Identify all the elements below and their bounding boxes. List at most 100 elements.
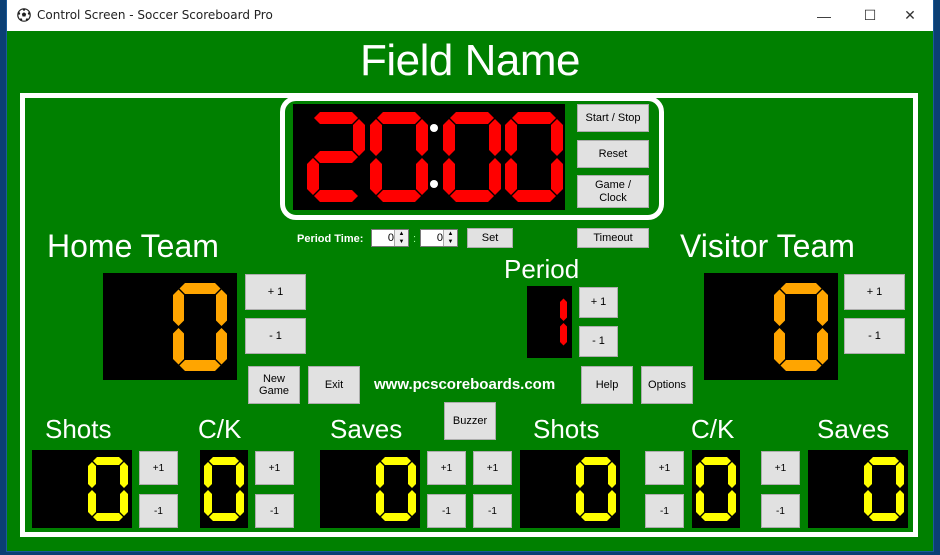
visitor-shots-digit — [576, 457, 616, 521]
segment-d — [450, 190, 494, 202]
set-period-time-button[interactable]: Set — [467, 228, 513, 248]
home-score-plus-button[interactable]: + 1 — [245, 274, 306, 310]
clock-digit — [307, 112, 365, 202]
game-clock-button[interactable]: Game / Clock — [577, 175, 649, 208]
options-button[interactable]: Options — [641, 366, 693, 404]
segment-a — [512, 112, 556, 124]
home-ck-plus-button[interactable]: +1 — [255, 451, 294, 485]
clock-colon — [430, 124, 438, 132]
home-shots-minus-button[interactable]: -1 — [139, 494, 178, 528]
segment-b — [896, 462, 904, 488]
home-saves-display — [320, 450, 420, 528]
visitor-ck-display — [692, 450, 740, 528]
app-window: Control Screen - Soccer Scoreboard Pro —… — [7, 0, 933, 551]
close-button[interactable]: ✕ — [887, 0, 933, 31]
clock-colon — [430, 180, 438, 188]
home-shots-digit — [88, 457, 128, 521]
period-minutes-input[interactable]: 0 ▲ ▼ — [371, 229, 409, 247]
home-ck-label: C/K — [198, 414, 242, 444]
segment-a — [381, 457, 411, 465]
visitor-team-name: Visitor Team — [680, 228, 855, 264]
segment-d — [512, 190, 556, 202]
home-ck-minus-button[interactable]: -1 — [255, 494, 294, 528]
visitor-score-plus-button[interactable]: + 1 — [844, 274, 905, 310]
game-clock-display — [293, 104, 565, 210]
segment-c — [896, 490, 904, 516]
exit-button[interactable]: Exit — [308, 366, 360, 404]
close-icon: ✕ — [904, 7, 916, 23]
help-button[interactable]: Help — [581, 366, 633, 404]
clock-digit — [505, 112, 563, 202]
new-game-button[interactable]: New Game — [248, 366, 300, 404]
period-time-label: Period Time: — [297, 233, 364, 245]
segment-e — [576, 490, 584, 516]
segment-d — [869, 513, 899, 521]
segment-a — [179, 283, 221, 294]
home-score-minus-button[interactable]: - 1 — [245, 318, 306, 354]
period-seconds-input[interactable]: 0 ▲ ▼ — [420, 229, 458, 247]
period-digit — [560, 298, 567, 346]
segment-c — [236, 490, 244, 516]
reset-button[interactable]: Reset — [577, 140, 649, 168]
home-ck-display — [200, 450, 248, 528]
visitor-saves-plus-button[interactable]: +1 — [761, 451, 800, 485]
clock-digit — [443, 112, 501, 202]
segment-f — [88, 462, 96, 488]
home-shots-label: Shots — [45, 414, 112, 444]
segment-g — [314, 151, 358, 163]
visitor-ck-minus-button[interactable]: -1 — [645, 494, 684, 528]
new-game-label: New Game — [259, 372, 289, 397]
segment-e — [696, 490, 704, 516]
segment-a — [377, 112, 421, 124]
segment-f — [173, 289, 184, 326]
home-saves-plus-button[interactable]: +1 — [427, 451, 466, 485]
segment-b — [608, 462, 616, 488]
segment-a — [314, 112, 358, 124]
visitor-saves-minus-button[interactable]: -1 — [761, 494, 800, 528]
visitor-shots-plus-button[interactable]: +1 — [473, 451, 512, 485]
home-shots-plus-button[interactable]: +1 — [139, 451, 178, 485]
visitor-shots-minus-button[interactable]: -1 — [473, 494, 512, 528]
segment-a — [450, 112, 494, 124]
period-minus-button[interactable]: - 1 — [579, 326, 618, 357]
home-saves-label: Saves — [330, 414, 403, 444]
visitor-shots-label: Shots — [533, 414, 600, 444]
segment-c — [120, 490, 128, 516]
buzzer-button[interactable]: Buzzer — [444, 402, 496, 440]
timeout-button[interactable]: Timeout — [577, 228, 649, 248]
home-saves-minus-button[interactable]: -1 — [427, 494, 466, 528]
segment-e — [173, 328, 184, 365]
clock-digit — [370, 112, 428, 202]
segment-b — [216, 289, 227, 326]
period-time-separator: : — [413, 233, 417, 245]
minimize-button[interactable]: — — [801, 0, 847, 31]
visitor-saves-label: Saves — [817, 414, 890, 444]
segment-f — [443, 119, 455, 156]
segment-c — [728, 490, 736, 516]
segment-f — [505, 119, 517, 156]
segment-d — [93, 513, 123, 521]
segment-b — [728, 462, 736, 488]
home-saves-digit — [376, 457, 416, 521]
minimize-icon: — — [817, 7, 831, 24]
segment-f — [774, 289, 785, 326]
segment-d — [381, 513, 411, 521]
period-display — [527, 286, 572, 358]
segment-b — [120, 462, 128, 488]
segment-c — [216, 328, 227, 365]
segment-b — [353, 119, 365, 156]
spinner-arrows-icon[interactable]: ▲ ▼ — [394, 230, 408, 246]
period-label: Period — [504, 254, 580, 284]
segment-f — [696, 462, 704, 488]
segment-e — [505, 158, 517, 195]
segment-b — [236, 462, 244, 488]
visitor-ck-plus-button[interactable]: +1 — [645, 451, 684, 485]
visitor-score-minus-button[interactable]: - 1 — [844, 318, 905, 354]
segment-b — [408, 462, 416, 488]
segment-a — [869, 457, 899, 465]
period-plus-button[interactable]: + 1 — [579, 287, 618, 318]
segment-b — [416, 119, 428, 156]
segment-d — [314, 190, 358, 202]
start-stop-button[interactable]: Start / Stop — [577, 104, 649, 132]
spinner-arrows-icon[interactable]: ▲ ▼ — [443, 230, 457, 246]
